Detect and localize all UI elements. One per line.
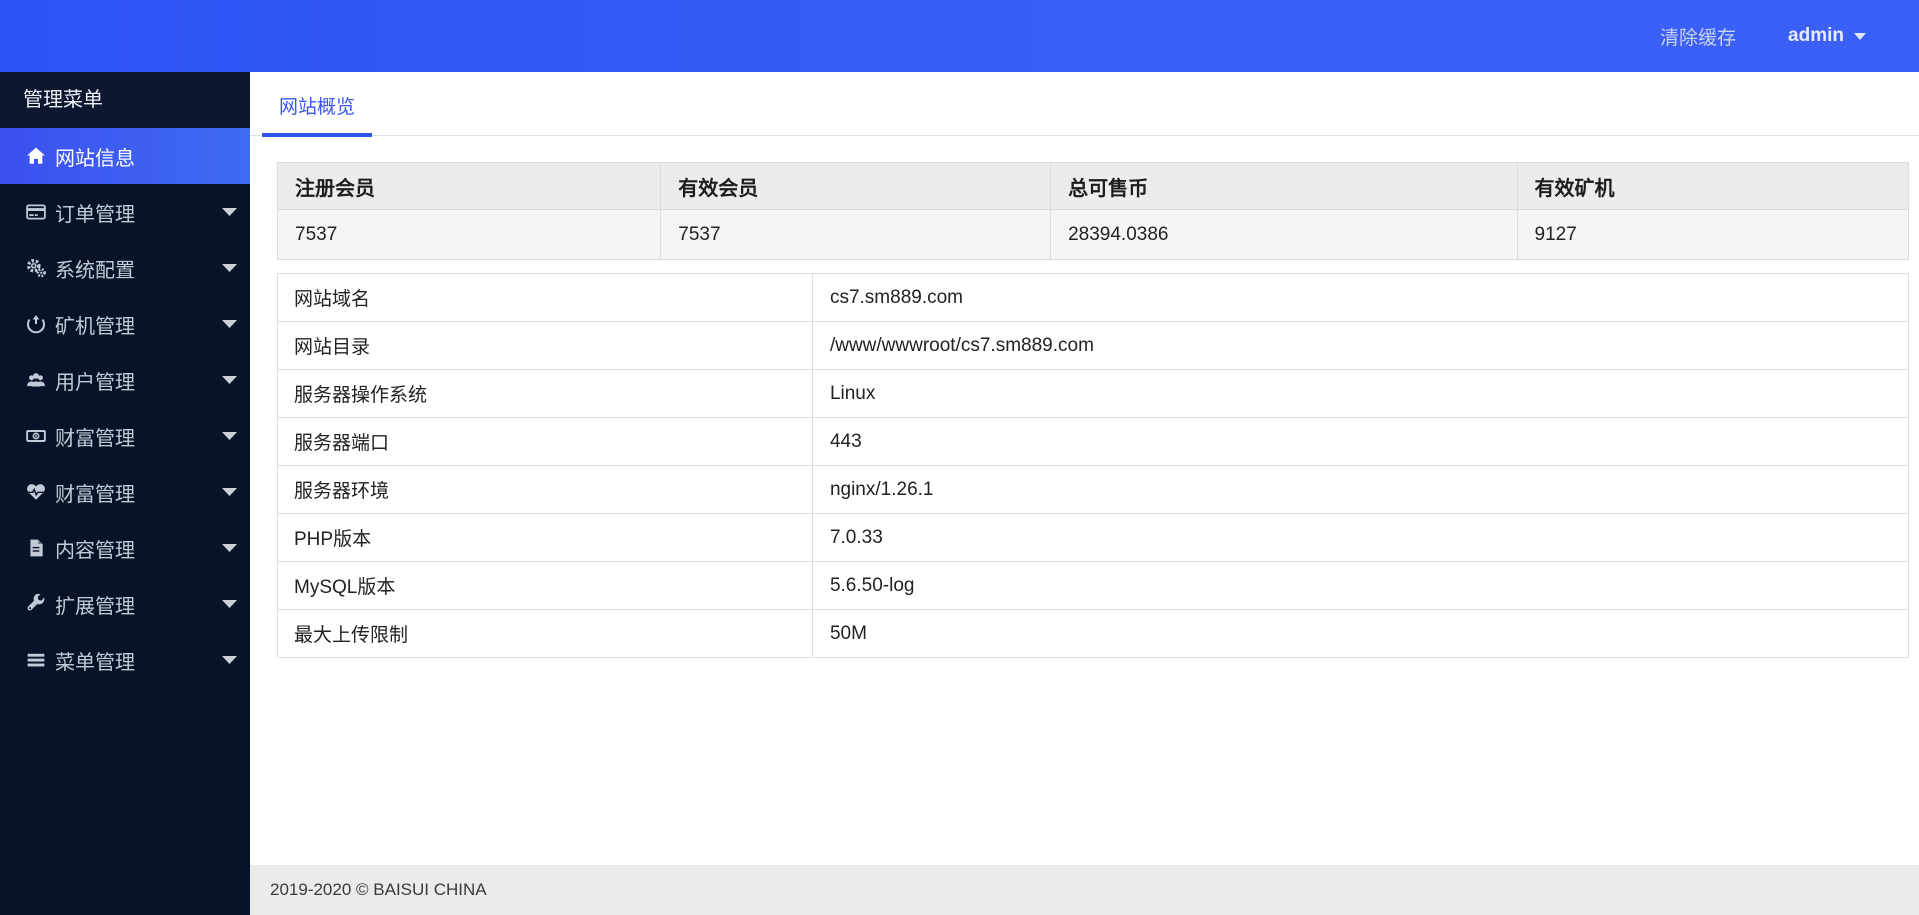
table-row: 服务器环境 nginx/1.26.1 xyxy=(277,465,1910,514)
caret-down-icon xyxy=(222,488,237,497)
caret-down-icon xyxy=(222,600,237,609)
sidebar-item-label: 财富管理 xyxy=(55,427,135,450)
info-label: PHP版本 xyxy=(277,513,813,562)
sidebar-item-system-config[interactable]: 系统配置 xyxy=(0,240,250,296)
tab-site-overview[interactable]: 网站概览 xyxy=(262,92,373,137)
tab-bar: 网站概览 xyxy=(250,72,1919,137)
table-row: 网站目录 /www/wwwroot/cs7.sm889.com xyxy=(277,321,1910,370)
sidebar-item-label: 用户管理 xyxy=(55,371,135,394)
stats-value-row: 7537 7537 28394.0386 9127 xyxy=(276,209,1910,260)
info-value: 443 xyxy=(811,417,1910,466)
users-icon xyxy=(27,373,45,387)
caret-down-icon xyxy=(222,264,237,273)
caret-down-icon xyxy=(222,544,237,553)
heartbeat-icon xyxy=(27,484,45,500)
caret-down-icon xyxy=(222,320,237,329)
table-row: 服务器端口 443 xyxy=(277,417,1910,466)
stats-col-valid-members: 有效会员 xyxy=(660,162,1052,210)
info-label: 网站目录 xyxy=(277,321,813,370)
stats-value-total-sellable-coins: 28394.0386 xyxy=(1050,209,1518,260)
sidebar-item-label: 菜单管理 xyxy=(55,651,135,674)
home-icon xyxy=(27,147,45,164)
stats-value-valid-members: 7537 xyxy=(660,209,1052,260)
clear-cache-link[interactable]: 清除缓存 xyxy=(1660,23,1736,50)
table-row: 服务器操作系统 Linux xyxy=(277,369,1910,418)
stats-table: 注册会员 有效会员 总可售币 有效矿机 7537 7537 28394.0386… xyxy=(276,162,1910,260)
sidebar-item-extension-management[interactable]: 扩展管理 xyxy=(0,576,250,632)
sidebar-item-label: 系统配置 xyxy=(55,259,135,282)
sidebar-item-user-management[interactable]: 用户管理 xyxy=(0,352,250,408)
stats-col-total-sellable-coins: 总可售币 xyxy=(1050,162,1518,210)
table-row: MySQL版本 5.6.50-log xyxy=(277,561,1910,610)
site-info-table: 网站域名 cs7.sm889.com 网站目录 /www/wwwroot/cs7… xyxy=(277,273,1910,658)
stats-value-registered-members: 7537 xyxy=(276,209,662,260)
admin-dashboard: 清除缓存 admin 管理菜单 网站信息 订单管理 系统配置 矿机管理 用户管理… xyxy=(0,0,1919,915)
info-label: 服务器操作系统 xyxy=(277,369,813,418)
info-label: 最大上传限制 xyxy=(277,609,813,658)
sidebar-item-menu-management[interactable]: 菜单管理 xyxy=(0,632,250,688)
sidebar-item-site-info[interactable]: 网站信息 xyxy=(0,128,250,184)
table-row: 网站域名 cs7.sm889.com xyxy=(277,273,1910,322)
sidebar-item-wealth-management[interactable]: 财富管理 xyxy=(0,408,250,464)
miner-icon xyxy=(27,315,45,334)
info-label: 服务器端口 xyxy=(277,417,813,466)
bars-icon xyxy=(27,653,45,667)
sidebar-item-label: 内容管理 xyxy=(55,539,135,562)
table-row: 最大上传限制 50M xyxy=(277,609,1910,658)
info-value: cs7.sm889.com xyxy=(811,273,1910,322)
sidebar-header: 管理菜单 xyxy=(0,72,250,128)
caret-down-icon xyxy=(222,432,237,441)
caret-down-icon xyxy=(222,208,237,217)
info-label: 服务器环境 xyxy=(277,465,813,514)
user-menu[interactable]: admin xyxy=(1788,25,1867,47)
sidebar-item-label: 扩展管理 xyxy=(55,595,135,618)
wrench-icon xyxy=(27,594,45,611)
caret-down-icon xyxy=(222,656,237,665)
sidebar: 管理菜单 网站信息 订单管理 系统配置 矿机管理 用户管理 财富管理 财富管理 … xyxy=(0,72,250,915)
gears-icon xyxy=(27,259,46,278)
stats-value-valid-miners: 9127 xyxy=(1516,209,1910,260)
stats-col-registered-members: 注册会员 xyxy=(276,162,662,210)
sidebar-item-label: 订单管理 xyxy=(55,203,135,226)
stats-header-row: 注册会员 有效会员 总可售币 有效矿机 xyxy=(276,162,1910,210)
footer: 2019-2020 © BAISUI CHINA xyxy=(250,865,1919,915)
info-value: 7.0.33 xyxy=(811,513,1910,562)
sidebar-item-content-management[interactable]: 内容管理 xyxy=(0,520,250,576)
credit-card-icon xyxy=(26,204,46,220)
caret-down-icon xyxy=(222,376,237,385)
sidebar-item-label: 网站信息 xyxy=(55,147,135,170)
info-value: 5.6.50-log xyxy=(811,561,1910,610)
table-row: PHP版本 7.0.33 xyxy=(277,513,1910,562)
file-text-icon xyxy=(30,539,43,557)
main-content: 网站概览 注册会员 有效会员 总可售币 有效矿机 7537 7537 28394… xyxy=(250,72,1919,915)
info-value: Linux xyxy=(811,369,1910,418)
info-value: /www/wwwroot/cs7.sm889.com xyxy=(811,321,1910,370)
chevron-down-icon xyxy=(1853,31,1867,41)
sidebar-item-wealth-management-2[interactable]: 财富管理 xyxy=(0,464,250,520)
info-label: MySQL版本 xyxy=(277,561,813,610)
info-value: nginx/1.26.1 xyxy=(811,465,1910,514)
copyright-text: 2019-2020 © BAISUI CHINA xyxy=(270,880,487,899)
top-navbar: 清除缓存 admin xyxy=(0,0,1919,72)
sidebar-item-label: 财富管理 xyxy=(55,483,135,506)
info-value: 50M xyxy=(811,609,1910,658)
stats-col-valid-miners: 有效矿机 xyxy=(1516,162,1910,210)
sidebar-item-orders[interactable]: 订单管理 xyxy=(0,184,250,240)
sidebar-item-miner-management[interactable]: 矿机管理 xyxy=(0,296,250,352)
username-label: admin xyxy=(1788,25,1844,46)
sidebar-item-label: 矿机管理 xyxy=(55,315,135,338)
money-icon xyxy=(26,430,46,442)
info-label: 网站域名 xyxy=(277,273,813,322)
